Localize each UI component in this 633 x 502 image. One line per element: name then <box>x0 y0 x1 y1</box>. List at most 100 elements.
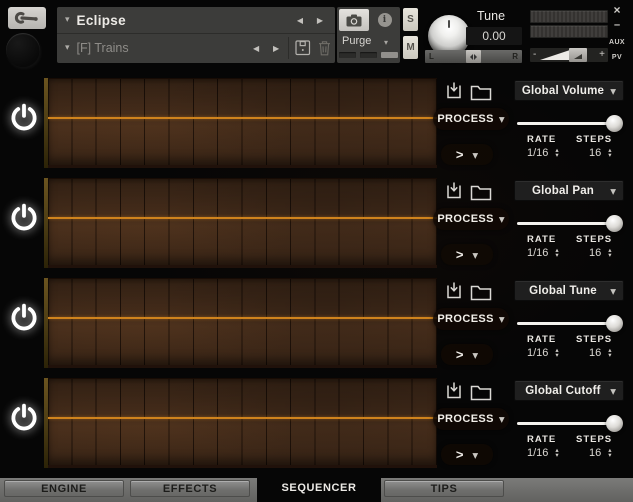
stepper-arrows-icon[interactable]: ▴ ▾ <box>608 146 611 158</box>
stepper-down-icon[interactable]: ▾ <box>555 151 558 158</box>
close-icon[interactable]: × <box>613 4 620 16</box>
mod-target-select[interactable]: Global Pan ▼ <box>514 180 624 201</box>
step-advance-button[interactable]: > ▼ <box>441 344 493 365</box>
slider-track <box>517 422 618 425</box>
stepper-down-icon[interactable]: ▾ <box>555 351 558 358</box>
slider-knob[interactable] <box>606 215 623 232</box>
stepper-down-icon[interactable]: ▾ <box>555 451 558 458</box>
snapshot-view-button[interactable] <box>339 9 369 31</box>
step-advance-button[interactable]: > ▼ <box>441 444 493 465</box>
pan-handle-icon <box>470 53 473 60</box>
volume-slider[interactable]: - + <box>530 48 608 62</box>
tab-tips[interactable]: TIPS <box>384 480 504 497</box>
rate-stepper[interactable]: 1/16 ▴ ▾ <box>527 346 559 359</box>
aux-button[interactable]: AUX <box>609 39 625 46</box>
next-instrument-icon[interactable]: ▶ <box>317 16 323 25</box>
save-pattern-button[interactable] <box>444 281 464 302</box>
tab-effects[interactable]: EFFECTS <box>130 480 250 497</box>
stepper-down-icon[interactable]: ▾ <box>608 251 611 258</box>
volume-handle[interactable] <box>569 48 587 62</box>
chevron-down-icon[interactable]: ▾ <box>384 38 388 47</box>
stepper-arrows-icon[interactable]: ▴ ▾ <box>555 346 558 358</box>
process-menu-button[interactable]: PROCESS ▼ <box>433 308 509 330</box>
edit-instrument-button[interactable] <box>8 7 46 29</box>
load-pattern-button[interactable] <box>470 284 492 301</box>
delete-button[interactable] <box>318 40 333 57</box>
mute-button[interactable]: M <box>403 36 418 59</box>
stepper-arrows-icon[interactable]: ▴ ▾ <box>555 446 558 458</box>
rate-value: 1/16 <box>527 247 549 259</box>
rate-stepper[interactable]: 1/16 ▴ ▾ <box>527 146 559 159</box>
save-pattern-button[interactable] <box>444 81 464 102</box>
step-sequencer-grid[interactable] <box>48 378 437 468</box>
chevron-down-icon[interactable]: ▾ <box>65 43 70 53</box>
row-power-button[interactable] <box>7 202 41 236</box>
minimize-icon[interactable]: – <box>614 20 620 31</box>
sequencer-row: Global Cutoff ▼ PROCESS ▼ RATE STEPS 1/1… <box>0 378 633 470</box>
row-power-button[interactable] <box>7 402 41 436</box>
row-power-button[interactable] <box>7 302 41 336</box>
chevron-down-icon: ▼ <box>472 350 479 360</box>
stepper-down-icon[interactable]: ▾ <box>608 351 611 358</box>
mod-amount-slider[interactable] <box>517 214 623 232</box>
mod-amount-slider[interactable] <box>517 114 623 132</box>
stepper-down-icon[interactable]: ▾ <box>608 151 611 158</box>
floppy-icon <box>295 40 311 56</box>
download-icon <box>447 282 461 299</box>
step-sequencer-grid[interactable] <box>48 278 437 368</box>
power-icon <box>11 403 37 431</box>
rate-stepper[interactable]: 1/16 ▴ ▾ <box>527 246 559 259</box>
purge-menu[interactable]: Purge <box>342 35 371 47</box>
pan-handle[interactable] <box>466 50 481 63</box>
stepper-down-icon[interactable]: ▾ <box>608 451 611 458</box>
save-pattern-button[interactable] <box>444 381 464 402</box>
mod-amount-slider[interactable] <box>517 314 623 332</box>
stepper-arrows-icon[interactable]: ▴ ▾ <box>555 146 558 158</box>
mod-target-select[interactable]: Global Tune ▼ <box>514 280 624 301</box>
step-sequencer-grid[interactable] <box>48 78 437 168</box>
step-advance-button[interactable]: > ▼ <box>441 244 493 265</box>
steps-stepper[interactable]: 16 ▴ ▾ <box>589 446 612 459</box>
info-icon: i <box>377 13 392 27</box>
pan-slider[interactable]: L R <box>425 50 522 63</box>
steps-stepper[interactable]: 16 ▴ ▾ <box>589 246 612 259</box>
mod-amount-slider[interactable] <box>517 414 623 432</box>
stepper-arrows-icon[interactable]: ▴ ▾ <box>608 346 611 358</box>
step-sequencer-grid[interactable] <box>48 178 437 268</box>
load-pattern-button[interactable] <box>470 184 492 201</box>
stepper-arrows-icon[interactable]: ▴ ▾ <box>608 246 611 258</box>
process-menu-button[interactable]: PROCESS ▼ <box>433 208 509 230</box>
process-menu-button[interactable]: PROCESS ▼ <box>433 408 509 430</box>
slider-knob[interactable] <box>606 315 623 332</box>
pv-button[interactable]: PV <box>612 54 622 61</box>
steps-stepper[interactable]: 16 ▴ ▾ <box>589 346 612 359</box>
load-pattern-button[interactable] <box>470 384 492 401</box>
step-advance-button[interactable]: > ▼ <box>441 144 493 165</box>
patch-name: [F] Trains <box>76 41 129 55</box>
process-menu-button[interactable]: PROCESS ▼ <box>433 108 509 130</box>
next-patch-icon[interactable]: ▶ <box>273 44 279 53</box>
window-controls: × – AUX PV <box>604 4 630 61</box>
prev-patch-icon[interactable]: ◀ <box>253 44 259 53</box>
chevron-down-icon[interactable]: ▾ <box>65 15 70 25</box>
prev-instrument-icon[interactable]: ◀ <box>297 16 303 25</box>
tab-engine[interactable]: ENGINE <box>4 480 124 497</box>
solo-button[interactable]: S <box>403 8 418 31</box>
tune-value[interactable]: 0.00 <box>466 27 522 45</box>
info-button[interactable]: i <box>371 9 398 31</box>
stepper-arrows-icon[interactable]: ▴ ▾ <box>608 446 611 458</box>
stepper-arrows-icon[interactable]: ▴ ▾ <box>555 246 558 258</box>
load-pattern-button[interactable] <box>470 84 492 101</box>
mod-target-select[interactable]: Global Volume ▼ <box>514 80 624 101</box>
steps-stepper[interactable]: 16 ▴ ▾ <box>589 146 612 159</box>
mod-target-select[interactable]: Global Cutoff ▼ <box>514 380 624 401</box>
tab-sequencer[interactable]: SEQUENCER <box>257 478 381 502</box>
stepper-down-icon[interactable]: ▾ <box>555 251 558 258</box>
slider-knob[interactable] <box>606 415 623 432</box>
volume-minus-label[interactable]: - <box>533 49 536 60</box>
save-button[interactable] <box>295 40 312 57</box>
slider-knob[interactable] <box>606 115 623 132</box>
save-pattern-button[interactable] <box>444 181 464 202</box>
row-power-button[interactable] <box>7 102 41 136</box>
rate-stepper[interactable]: 1/16 ▴ ▾ <box>527 446 559 459</box>
